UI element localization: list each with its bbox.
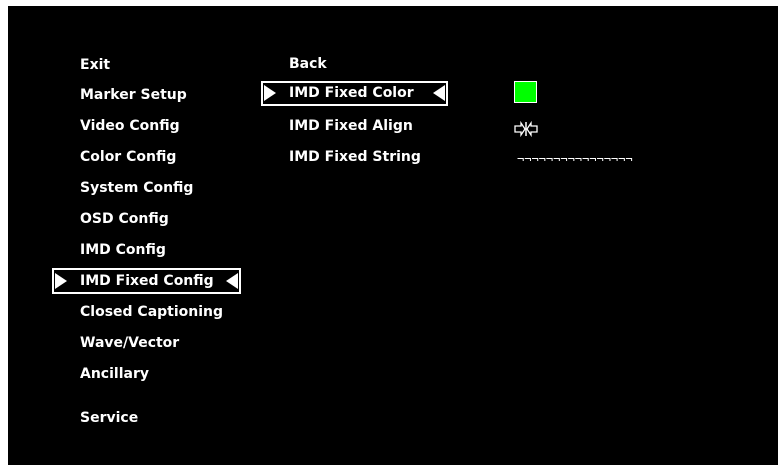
submenu-item-imd-fixed-align[interactable]: IMD Fixed Align [289, 117, 413, 135]
selection-arrow-left-icon [226, 273, 238, 289]
menu-item-exit[interactable]: Exit [80, 56, 110, 74]
center-align-icon[interactable] [514, 120, 538, 141]
fixed-color-swatch[interactable] [514, 81, 537, 103]
submenu-item-back[interactable]: Back [289, 55, 327, 73]
menu-item-closed-captioning[interactable]: Closed Captioning [80, 303, 223, 321]
menu-item-color-config[interactable]: Color Config [80, 148, 176, 166]
menu-item-video-config[interactable]: Video Config [80, 117, 180, 135]
menu-item-marker-setup[interactable]: Marker Setup [80, 86, 187, 104]
submenu-arrow-right-icon [264, 85, 276, 101]
menu-item-service[interactable]: Service [80, 409, 138, 427]
submenu-arrow-left-icon [433, 85, 445, 101]
menu-item-imd-config[interactable]: IMD Config [80, 241, 166, 259]
menu-item-imd-fixed-config[interactable]: IMD Fixed Config [80, 272, 214, 290]
selection-arrow-right-icon [55, 273, 67, 289]
osd-screen: Exit Marker Setup Video Config Color Con… [8, 6, 778, 465]
submenu-item-imd-fixed-string[interactable]: IMD Fixed String [289, 148, 421, 166]
submenu-item-imd-fixed-color[interactable]: IMD Fixed Color [289, 84, 414, 102]
menu-item-osd-config[interactable]: OSD Config [80, 210, 169, 228]
menu-item-system-config[interactable]: System Config [80, 179, 193, 197]
menu-item-ancillary[interactable]: Ancillary [80, 365, 149, 383]
fixed-string-value[interactable]: ¬¬¬¬¬¬¬¬¬¬¬¬¬¬¬¬ [517, 152, 633, 166]
menu-item-wave-vector[interactable]: Wave/Vector [80, 334, 179, 352]
